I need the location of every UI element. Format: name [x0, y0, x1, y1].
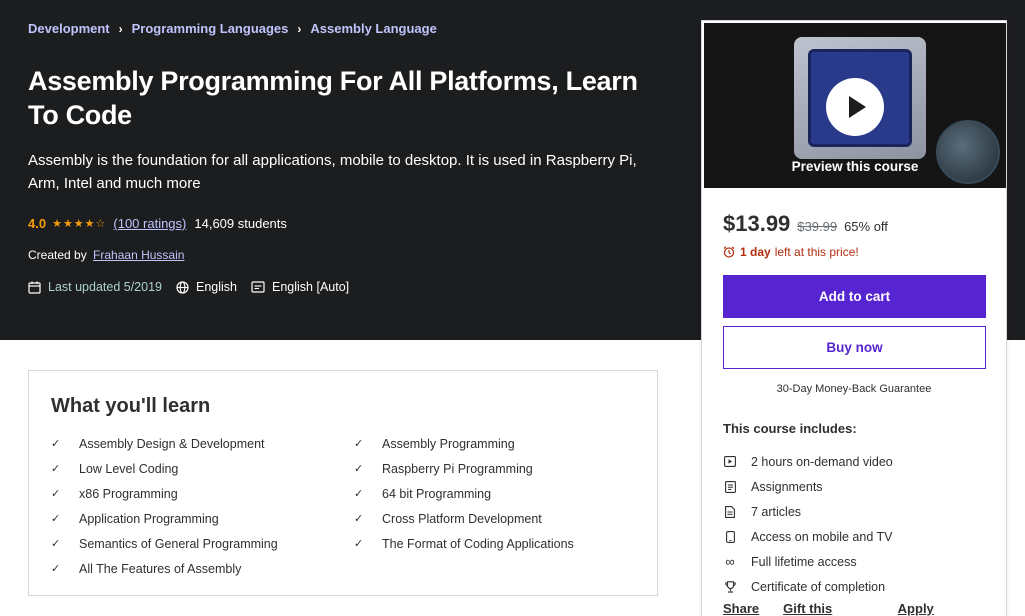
add-to-cart-button[interactable]: Add to cart [723, 275, 986, 318]
created-by: Created by Frahaan Hussain [28, 248, 184, 262]
play-icon[interactable] [826, 78, 884, 136]
learn-title: What you'll learn [51, 395, 211, 417]
list-item: ✓ x86 Programming [51, 486, 178, 501]
chevron-right-icon: › [297, 21, 302, 36]
preview-label[interactable]: Preview this course [704, 159, 1006, 174]
learn-list: ✓ Assembly Design & Development ✓ Assembly… [51, 435, 641, 577]
students-count: 14,609 students [194, 216, 287, 231]
list-item: ✓ The Format of Coding Applications [354, 536, 574, 551]
chevron-right-icon: › [118, 21, 123, 36]
gift-course-link[interactable]: Gift this course [783, 601, 874, 616]
list-item: ✓ Low Level Coding [51, 461, 179, 476]
list-item: Access on mobile and TV [723, 524, 993, 549]
instructor-logo-icon [936, 120, 1000, 184]
last-updated-text: Last updated 5/2019 [48, 280, 162, 294]
buy-now-button[interactable]: Buy now [723, 326, 986, 369]
course-title: Assembly Programming For All Platforms, … [28, 66, 638, 130]
check-icon: ✓ [51, 513, 61, 525]
check-icon: ✓ [51, 488, 61, 500]
globe-icon [176, 280, 189, 294]
money-back-guarantee: 30-Day Money-Back Guarantee [776, 383, 932, 395]
star-rating-icon: ★★★★☆ [52, 218, 107, 230]
course-subtitle: Assembly is the foundation for all appli… [28, 152, 637, 192]
article-icon [723, 505, 737, 518]
card-links: Share Gift this course Apply Coupon [723, 601, 1006, 616]
instructor-link[interactable]: Frahaan Hussain [93, 248, 184, 262]
check-icon: ✓ [354, 488, 364, 500]
apply-coupon-link[interactable]: Apply Coupon [898, 601, 982, 616]
rating-value: 4.0 [28, 216, 47, 231]
timer-text: left at this price! [774, 245, 859, 259]
check-icon: ✓ [51, 438, 61, 450]
includes-list: 2 hours on-demand video Assignments 7 ar… [723, 449, 993, 599]
list-item: Certificate of completion [723, 574, 993, 599]
trophy-icon [723, 580, 737, 593]
check-icon: ✓ [354, 513, 364, 525]
list-item: 2 hours on-demand video [723, 449, 993, 474]
ratings-count-link[interactable]: (100 ratings) [113, 216, 186, 231]
check-icon: ✓ [354, 538, 364, 550]
list-item: ✓ Semantics of General Programming [51, 536, 278, 551]
captions-text: English [Auto] [272, 280, 350, 294]
check-icon: ✓ [51, 463, 61, 475]
breadcrumb-development[interactable]: Development [28, 21, 110, 36]
mobile-icon [723, 530, 737, 543]
purchase-card: Preview this course $13.99 $39.99 65% of… [701, 20, 1007, 616]
infinity-icon: ∞ [725, 554, 735, 569]
video-icon [723, 456, 737, 467]
assignment-icon [723, 480, 737, 493]
timer-days: 1 day [740, 245, 771, 259]
list-item: 7 articles [723, 499, 993, 524]
captions: English [Auto] [251, 280, 349, 294]
price-row: $13.99 $39.99 65% off [723, 211, 888, 237]
course-preview-video[interactable]: Preview this course [704, 23, 1006, 188]
current-price: $13.99 [723, 211, 791, 236]
includes-title: This course includes: [723, 421, 857, 436]
check-icon: ✓ [354, 438, 364, 450]
language-text: English [196, 280, 237, 294]
price-timer: 1 day left at this price! [723, 245, 859, 259]
breadcrumb: Development › Programming Languages › As… [28, 21, 437, 36]
created-by-label: Created by [28, 248, 87, 262]
what-youll-learn: What you'll learn ✓ Assembly Design & Dev… [28, 370, 658, 596]
last-updated: Last updated 5/2019 [28, 280, 162, 294]
list-item: ∞ Full lifetime access [723, 549, 993, 574]
alarm-clock-icon [723, 246, 735, 258]
check-icon: ✓ [354, 463, 364, 475]
discount-percent: 65% off [844, 219, 888, 234]
list-item: ✓ Cross Platform Development [354, 511, 542, 526]
list-item: ✓ All The Features of Assembly [51, 561, 242, 576]
rating-row: 4.0 ★★★★☆ (100 ratings) 14,609 students [28, 216, 287, 231]
list-item: ✓ Assembly Programming [354, 436, 515, 451]
course-meta: Last updated 5/2019 English English [Aut… [28, 280, 363, 294]
breadcrumb-assembly-language[interactable]: Assembly Language [310, 21, 436, 36]
original-price: $39.99 [797, 219, 838, 234]
share-link[interactable]: Share [723, 601, 759, 616]
check-icon: ✓ [51, 538, 61, 550]
breadcrumb-programming-languages[interactable]: Programming Languages [132, 21, 289, 36]
list-item: ✓ Raspberry Pi Programming [354, 461, 533, 476]
list-item: Assignments [723, 474, 993, 499]
list-item: ✓ 64 bit Programming [354, 486, 492, 501]
language: English [176, 280, 237, 294]
list-item: ✓ Assembly Design & Development [51, 436, 265, 451]
calendar-icon [28, 281, 41, 294]
closed-caption-icon [251, 281, 265, 293]
check-icon: ✓ [51, 563, 61, 575]
list-item: ✓ Application Programming [51, 511, 219, 526]
